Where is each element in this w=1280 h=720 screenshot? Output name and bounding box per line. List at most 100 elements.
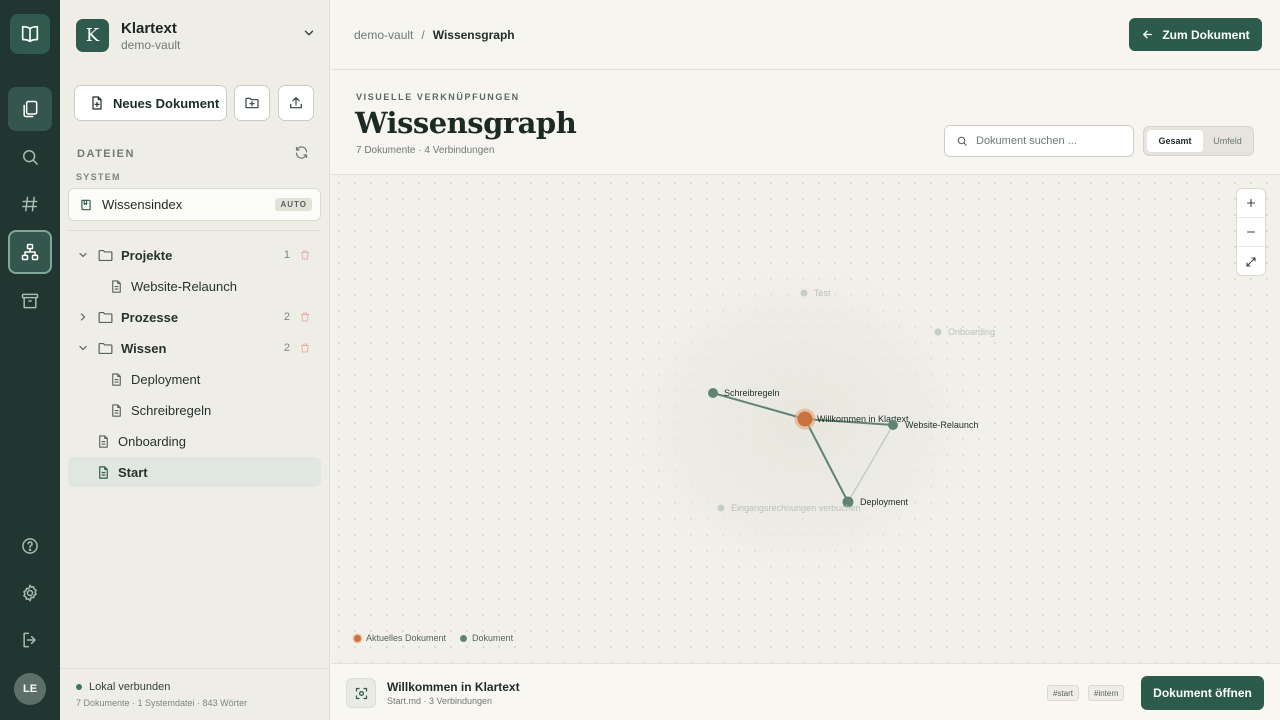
zoom-out-icon[interactable] xyxy=(1237,218,1265,247)
logout-icon[interactable] xyxy=(8,618,52,662)
graph-node-label: Schreibregeln xyxy=(724,388,780,398)
focus-icon xyxy=(346,678,376,708)
selected-document-bar: Willkommen in Klartext Start.md · 3 Verb… xyxy=(331,663,1280,720)
toggle-umfeld[interactable]: Umfeld xyxy=(1205,130,1250,152)
tree-folder-label: Wissen xyxy=(121,340,167,356)
graph-node-label: Deployment xyxy=(860,497,909,507)
folder-icon xyxy=(97,309,114,326)
zoom-in-icon[interactable] xyxy=(1237,189,1265,218)
sidebar-divider xyxy=(68,230,321,231)
graph-canvas[interactable]: Test Onboarding Schreibregeln Willkommen… xyxy=(331,174,1280,663)
breadcrumb-root[interactable]: demo-vault xyxy=(354,28,413,42)
system-heading: SYSTEM xyxy=(76,172,121,182)
file-icon xyxy=(96,434,111,449)
legend-document-dot xyxy=(460,634,468,642)
status-dot xyxy=(76,684,82,690)
graph-node[interactable] xyxy=(888,420,898,430)
toggle-gesamt[interactable]: Gesamt xyxy=(1147,130,1203,152)
help-icon[interactable] xyxy=(8,524,52,568)
search-input[interactable] xyxy=(976,135,1126,147)
files-heading: DATEIEN xyxy=(77,148,135,160)
tag-start[interactable]: #start xyxy=(1047,685,1080,701)
back-button-label: Zum Dokument xyxy=(1162,27,1250,42)
archive-icon[interactable] xyxy=(8,279,52,323)
tree-doc-onboarding[interactable]: Onboarding xyxy=(68,426,321,456)
search-icon[interactable] xyxy=(8,135,52,179)
documents-icon[interactable] xyxy=(8,87,52,131)
book-logo-icon[interactable] xyxy=(10,14,50,54)
legend-current-label: Aktuelles Dokument xyxy=(366,633,447,643)
graph-node[interactable] xyxy=(934,328,942,336)
open-document-button[interactable]: Dokument öffnen xyxy=(1141,676,1264,710)
graph-network: Test Onboarding Schreibregeln Willkommen… xyxy=(611,253,995,593)
book-icon xyxy=(79,198,93,212)
chevron-right-icon[interactable] xyxy=(77,311,89,323)
vault-name: Klartext xyxy=(121,20,177,37)
auto-badge: AUTO xyxy=(275,198,312,211)
system-item-label: Wissensindex xyxy=(102,197,183,212)
trash-icon[interactable] xyxy=(299,311,311,323)
file-icon xyxy=(109,403,124,418)
tree-folder-label: Projekte xyxy=(121,247,173,263)
graph-node[interactable] xyxy=(708,388,718,398)
graph-node-label: Website-Relaunch xyxy=(905,420,978,430)
document-search[interactable] xyxy=(944,125,1134,157)
zoom-controls xyxy=(1236,188,1266,276)
tree-doc-label: Start xyxy=(118,464,148,480)
status-meta: 7 Dokumente · 1 Systemdatei · 843 Wörter xyxy=(76,698,248,708)
file-icon xyxy=(96,465,111,480)
trash-icon[interactable] xyxy=(299,249,311,261)
tree-doc-start[interactable]: Start xyxy=(68,457,321,487)
search-icon xyxy=(956,135,968,147)
chevron-down-icon[interactable] xyxy=(302,26,316,45)
tree-doc-website-relaunch[interactable]: Website-Relaunch xyxy=(68,271,321,301)
refresh-icon[interactable] xyxy=(294,145,309,165)
hashtag-icon[interactable] xyxy=(8,182,52,226)
graph-node-current[interactable] xyxy=(797,411,813,427)
selected-document-title: Willkommen in Klartext xyxy=(387,680,520,694)
folder-icon xyxy=(97,340,114,357)
legend-document-label: Dokument xyxy=(472,633,514,643)
breadcrumb-separator: / xyxy=(421,28,425,42)
vault-switcher[interactable]: K Klartext demo-vault xyxy=(76,18,316,54)
tree-doc-deployment[interactable]: Deployment xyxy=(68,364,321,394)
tree-folder-count: 2 xyxy=(283,342,290,354)
new-document-button[interactable]: Neues Dokument xyxy=(74,85,227,121)
settings-icon[interactable] xyxy=(8,571,52,615)
chevron-down-icon[interactable] xyxy=(77,342,89,354)
arrow-left-icon xyxy=(1141,28,1154,41)
system-item-wissensindex[interactable]: Wissensindex AUTO xyxy=(68,188,321,221)
breadcrumb: demo-vault / Wissensgraph xyxy=(354,28,515,42)
new-folder-button[interactable] xyxy=(234,85,270,121)
legend-current: Aktuelles Dokument xyxy=(354,633,446,643)
graph-node-label: Onboarding xyxy=(948,327,995,337)
tree-folder-projekte[interactable]: Projekte 1 xyxy=(68,240,321,270)
trash-icon[interactable] xyxy=(299,342,311,354)
back-to-document-button[interactable]: Zum Dokument xyxy=(1129,18,1262,51)
tree-folder-label: Prozesse xyxy=(121,309,179,325)
scope-toggle: Gesamt Umfeld xyxy=(1143,126,1254,156)
tree-folder-wissen[interactable]: Wissen 2 xyxy=(68,333,321,363)
chevron-down-icon[interactable] xyxy=(77,249,89,261)
tree-doc-label: Onboarding xyxy=(118,433,186,449)
folder-icon xyxy=(97,247,114,264)
file-plus-icon xyxy=(89,95,105,111)
vault-logo: K xyxy=(76,19,109,52)
tag-intern[interactable]: #intern xyxy=(1088,685,1125,701)
tree-doc-label: Deployment xyxy=(131,371,201,387)
legend-current-dot xyxy=(354,634,361,642)
selected-document-meta: Start.md · 3 Verbindungen xyxy=(387,696,493,706)
tree-folder-count: 1 xyxy=(283,249,290,261)
tree-folder-prozesse[interactable]: Prozesse 2 xyxy=(68,302,321,332)
file-icon xyxy=(109,372,124,387)
tree-doc-label: Schreibregeln xyxy=(131,402,212,418)
graph-node[interactable] xyxy=(800,289,808,297)
graph-icon[interactable] xyxy=(8,230,52,274)
upload-button[interactable] xyxy=(278,85,314,121)
avatar[interactable]: LE xyxy=(14,673,46,705)
tree-doc-schreibregeln[interactable]: Schreibregeln xyxy=(68,395,321,425)
file-icon xyxy=(109,279,124,294)
fit-view-icon[interactable] xyxy=(1237,247,1265,276)
graph-node[interactable] xyxy=(717,504,725,512)
tree-folder-count: 2 xyxy=(283,311,290,323)
